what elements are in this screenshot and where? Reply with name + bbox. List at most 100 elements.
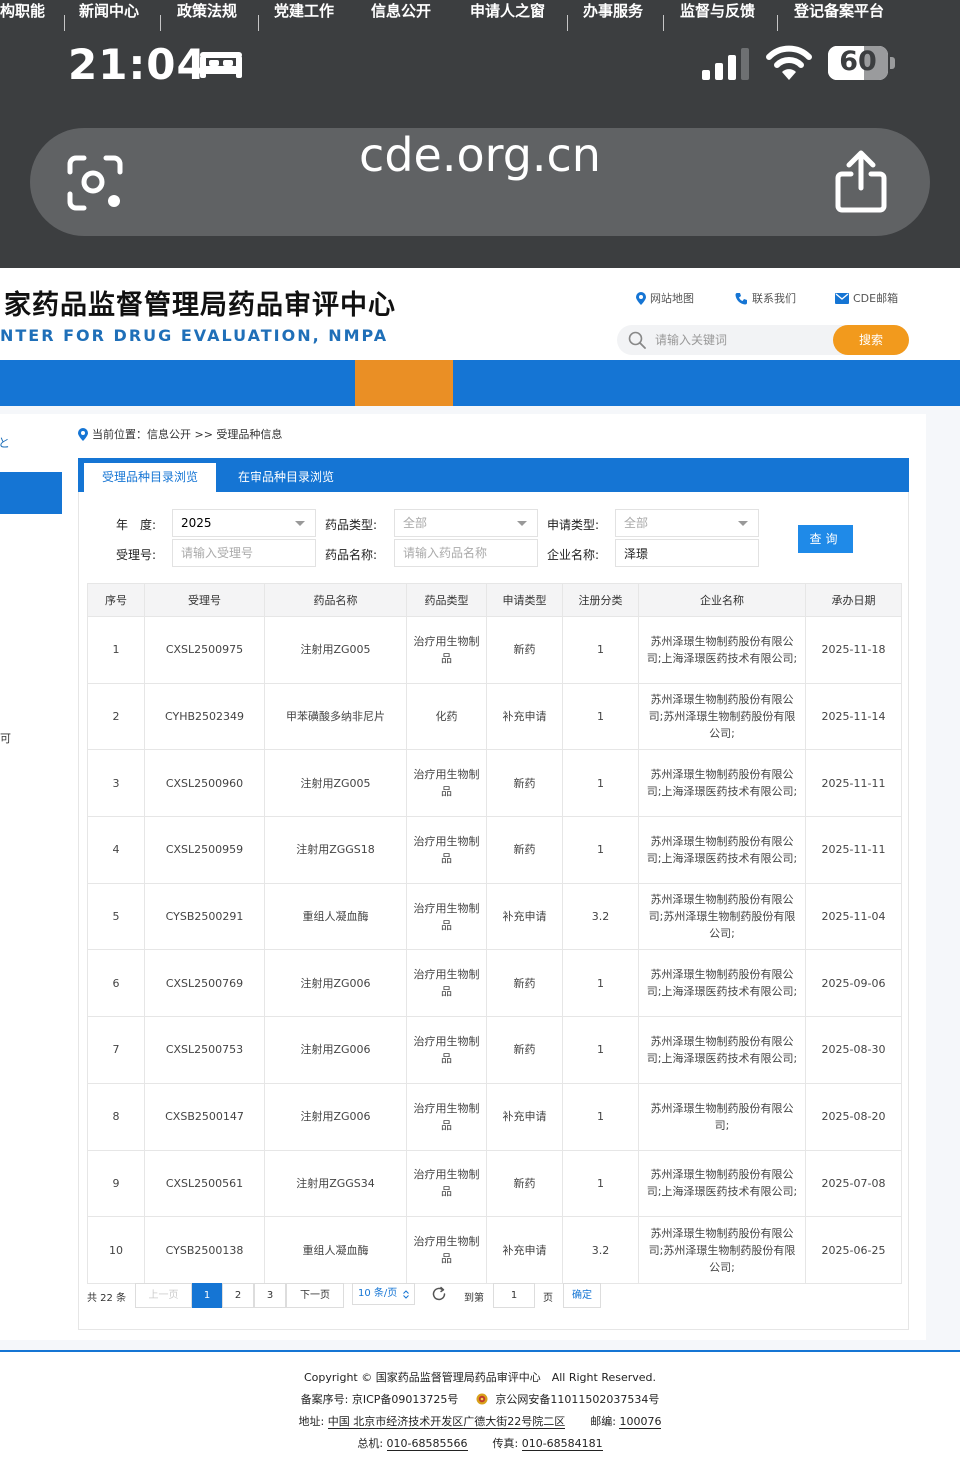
nav-item-news[interactable]: 新闻中心 xyxy=(79,0,139,46)
cell-reg-class: 1 xyxy=(562,1082,639,1151)
cell-drug-type: 治疗用生物制品 xyxy=(406,616,487,684)
left-sidebar xyxy=(0,414,62,1340)
cell-company: 苏州泽璟生物制药股份有限公司;上海泽璟医药技术有限公司; xyxy=(638,1149,806,1218)
page-button-3[interactable]: 3 xyxy=(254,1283,286,1308)
next-page-button[interactable]: 下一页 xyxy=(286,1283,344,1308)
cell-drug-type: 治疗用生物制品 xyxy=(406,882,487,951)
cell-drug-name: 注射用ZG005 xyxy=(264,749,407,818)
table-row[interactable]: 2 CYHB2502349 甲苯磺酸多纳非尼片 化药 补充申请 1 苏州泽璟生物制药股份有限… xyxy=(87,682,902,751)
col-header-company: 企业名称 xyxy=(638,583,806,617)
page-button-2[interactable]: 2 xyxy=(222,1283,254,1308)
table-row[interactable]: 1 CXSL2500975 注射用ZG005 治疗用生物制品 新药 1 苏州泽璟生物制药股份… xyxy=(87,616,902,684)
accept-no-input[interactable] xyxy=(172,539,316,567)
cell-date: 2025-07-08 xyxy=(805,1149,902,1218)
cell-apply-type: 补充申请 xyxy=(486,882,563,951)
table-row[interactable]: 9 CXSL2500561 注射用ZGGS34 治疗用生物制品 新药 1 苏州泽璟生物制药股… xyxy=(87,1149,902,1218)
gongan-link[interactable]: 京公网安备11011502037534号 xyxy=(495,1393,659,1406)
refresh-icon[interactable] xyxy=(431,1286,447,1302)
cell-apply-type: 补充申请 xyxy=(486,682,563,751)
col-header-reg-class: 注册分类 xyxy=(562,583,639,617)
cell-index: 6 xyxy=(87,949,145,1018)
cell-reg-class: 1 xyxy=(562,816,639,884)
apply-type-select[interactable]: 全部 xyxy=(615,509,759,537)
cell-index: 10 xyxy=(87,1216,145,1284)
cell-date: 2025-11-04 xyxy=(805,882,902,951)
up-down-chevron-icon xyxy=(403,1290,409,1299)
nav-item-registration[interactable]: 登记备案平台 xyxy=(794,0,884,46)
tab-accepted-catalog[interactable]: 受理品种目录浏览 xyxy=(84,463,216,492)
phone-number[interactable]: 010-68585566 xyxy=(386,1437,468,1451)
mail-label[interactable]: CDE邮箱 xyxy=(853,290,898,306)
table-row[interactable]: 10 CYSB2500138 重组人凝血酶 治疗用生物制品 补充申请 3.2 苏州泽璟生物制… xyxy=(87,1216,902,1284)
police-badge-icon xyxy=(476,1393,488,1405)
goto-page-input[interactable] xyxy=(493,1283,535,1308)
col-header-index: 序号 xyxy=(87,583,145,617)
query-button[interactable]: 查询 xyxy=(798,525,853,553)
cell-apply-type: 新药 xyxy=(486,816,563,884)
fax-number[interactable]: 010-68584181 xyxy=(521,1437,603,1451)
footer-phone-line: 总机: 010-68585566 传真: 010-68584181 xyxy=(0,1435,960,1451)
table-row[interactable]: 4 CXSL2500959 注射用ZGGS18 治疗用生物制品 新药 1 苏州泽璟生物制药股… xyxy=(87,816,902,884)
page-button-1[interactable]: 1 xyxy=(192,1283,222,1308)
mail-link[interactable]: CDE邮箱 xyxy=(835,289,898,307)
chevron-down-icon xyxy=(517,521,527,526)
cell-accept-no: CYSB2500291 xyxy=(144,882,265,951)
year-select[interactable]: 2025 xyxy=(172,509,316,537)
cell-accept-no: CYSB2500138 xyxy=(144,1216,265,1284)
cell-date: 2025-08-20 xyxy=(805,1082,902,1151)
sidebar-active-item[interactable] xyxy=(0,472,62,514)
contact-label[interactable]: 联系我们 xyxy=(752,290,796,306)
cell-reg-class: 3.2 xyxy=(562,882,639,951)
main-nav xyxy=(0,360,960,406)
nav-item-party[interactable]: 党建工作 xyxy=(274,0,334,46)
page-size-select[interactable]: 10 条/页 xyxy=(352,1283,415,1305)
sitemap-link[interactable]: 网站地图 xyxy=(636,289,694,307)
drug-name-input[interactable] xyxy=(394,539,538,567)
sidebar-fragment-mid[interactable]: 可 xyxy=(0,730,11,746)
table-row[interactable]: 7 CXSL2500753 注射用ZG006 治疗用生物制品 新药 1 苏州泽璟生物制药股份… xyxy=(87,1016,902,1084)
results-table: 序号 受理号 药品名称 药品类型 申请类型 注册分类 企业名称 承办日期 1 CX… xyxy=(87,583,902,1284)
address-bar[interactable]: cde.org.cn xyxy=(30,128,930,236)
nav-item-disclosure[interactable]: 信息公开 xyxy=(371,0,431,46)
footer-icp-line: 备案序号: 京ICP备09013725号 京公网安备11011502037534… xyxy=(0,1391,960,1407)
col-header-apply-type: 申请类型 xyxy=(486,583,563,617)
icp-link[interactable]: 京ICP备09013725号 xyxy=(352,1393,459,1406)
goto-confirm-button[interactable]: 确定 xyxy=(563,1283,601,1308)
company-label: 企业名称: xyxy=(547,548,600,562)
tab-reviewing-catalog[interactable]: 在审品种目录浏览 xyxy=(222,463,350,492)
nav-separator xyxy=(777,15,778,31)
search-input[interactable] xyxy=(655,325,825,355)
search-button[interactable]: 搜索 xyxy=(833,325,909,355)
company-input[interactable] xyxy=(615,539,759,567)
table-row[interactable]: 5 CYSB2500291 重组人凝血酶 治疗用生物制品 补充申请 3.2 苏州泽璟生物制药… xyxy=(87,882,902,951)
table-row[interactable]: 3 CXSL2500960 注射用ZG005 治疗用生物制品 新药 1 苏州泽璟生物制药股份… xyxy=(87,749,902,818)
url-text[interactable]: cde.org.cn xyxy=(30,128,930,236)
pager-total: 共 22 条 xyxy=(87,1293,127,1304)
page-scan-icon[interactable] xyxy=(66,154,124,212)
cell-company: 苏州泽璟生物制药股份有限公司;苏州泽璟生物制药股份有限公司; xyxy=(638,882,806,951)
share-icon[interactable] xyxy=(834,150,888,214)
sitemap-label[interactable]: 网站地图 xyxy=(650,290,694,306)
cell-drug-name: 甲苯磺酸多纳非尼片 xyxy=(264,682,407,751)
nav-separator xyxy=(258,15,259,31)
nav-item-feedback[interactable]: 监督与反馈 xyxy=(680,0,755,46)
nav-separator xyxy=(64,15,65,31)
cell-apply-type: 新药 xyxy=(486,1149,563,1218)
table-row[interactable]: 8 CXSB2500147 注射用ZG006 治疗用生物制品 补充申请 1 苏州泽璟生物制药… xyxy=(87,1082,902,1151)
cell-drug-name: 注射用ZGGS18 xyxy=(264,816,407,884)
nav-separator xyxy=(160,15,161,31)
nav-item-institution[interactable]: 构职能 xyxy=(0,0,45,46)
table-header-row: 序号 受理号 药品名称 药品类型 申请类型 注册分类 企业名称 承办日期 xyxy=(87,583,902,617)
cell-drug-type: 治疗用生物制品 xyxy=(406,949,487,1018)
nav-item-services[interactable]: 办事服务 xyxy=(583,0,643,46)
sidebar-fragment-top[interactable]: と xyxy=(0,434,10,451)
drug-type-select[interactable]: 全部 xyxy=(394,509,538,537)
table-row[interactable]: 6 CXSL2500769 注射用ZG006 治疗用生物制品 新药 1 苏州泽璟生物制药股份… xyxy=(87,949,902,1018)
nav-item-policy[interactable]: 政策法规 xyxy=(177,0,237,46)
cell-drug-name: 注射用ZGGS34 xyxy=(264,1149,407,1218)
contact-link[interactable]: 联系我们 xyxy=(735,289,796,307)
prev-page-button[interactable]: 上一页 xyxy=(135,1283,192,1308)
chevron-down-icon xyxy=(295,521,305,526)
nav-item-applicant[interactable]: 申请人之窗 xyxy=(470,0,545,46)
cell-drug-name: 重组人凝血酶 xyxy=(264,1216,407,1284)
